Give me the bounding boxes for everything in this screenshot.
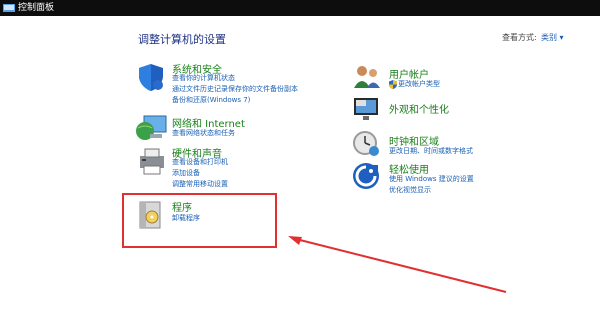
annotation-arrow: [288, 236, 507, 293]
